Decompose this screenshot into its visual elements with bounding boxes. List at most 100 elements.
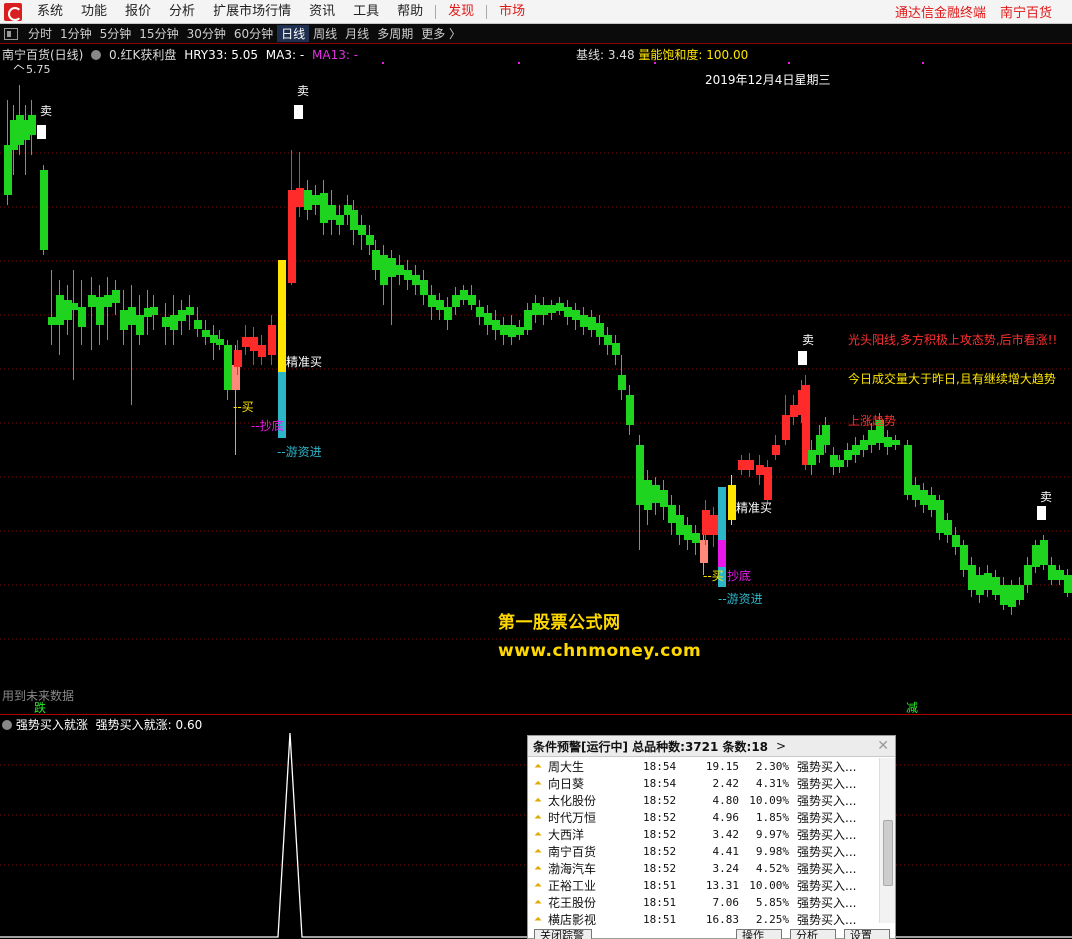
candle-body [676,515,684,535]
analyze-button[interactable]: 分析 [790,929,836,939]
alert-row[interactable]: ⏶ 花王股份 18:51 7.06 5.85% 强势买入... [528,894,878,911]
hry-value: HRY33: 5.05 [184,48,258,62]
indicator-name[interactable]: 0.红K获利盘 [109,48,176,62]
base-value: 基线: 3.48 [576,48,635,62]
up-arrow-icon: ⏶ [534,795,542,806]
period-5min[interactable]: 5分钟 [96,25,136,42]
candle-body [78,307,86,327]
candle-body [1032,545,1040,567]
close-alert-button[interactable]: 关闭踪警 [534,929,592,939]
settings-button[interactable]: 设置 [844,929,890,939]
precise-buy-marker: 精准买 [736,501,773,515]
candle-body [128,307,136,325]
candle-body [420,280,428,295]
candle-body [604,335,612,345]
candle-body [224,345,232,390]
alert-header[interactable]: 条件预警[运行中] 总品种数:3721 条数:18 > ✕ [528,736,895,757]
stock-name: 太化股份 [548,794,597,808]
alert-row[interactable]: ⏶ 正裕工业 18:51 13.31 10.00% 强势买入... [528,877,878,894]
candle-body [636,445,644,505]
alert-type: 强势买入... [797,828,857,842]
alert-row[interactable]: ⏶ 大西洋 18:52 3.42 9.97% 强势买入... [528,826,878,843]
alert-row[interactable]: ⏶ 渤海汽车 18:52 3.24 4.52% 强势买入... [528,860,878,877]
layout-toggle-icon[interactable] [4,27,18,40]
candle-body [548,305,556,313]
candle-body [692,533,700,543]
candle-body [452,295,460,307]
candle-body [952,535,960,547]
up-arrow-icon: ⏶ [534,829,542,840]
candle-body [268,325,276,355]
stock-name: 渤海汽车 [548,862,597,876]
alert-row[interactable]: ⏶ 向日葵 18:54 2.42 4.31% 强势买入... [528,775,878,792]
menu-discover[interactable]: 发现 [439,0,483,24]
candle-body [718,540,726,567]
ma-dot [518,62,520,64]
period-30min[interactable]: 30分钟 [183,25,230,42]
indicator-info-icon[interactable] [2,720,12,730]
stock-name: 大西洋 [548,828,585,842]
candle-body [836,460,844,467]
period-daily[interactable]: 日线 [277,25,310,42]
alert-row[interactable]: ⏶ 南宁百货 18:52 4.41 9.98% 强势买入... [528,843,878,860]
candle-body [358,225,366,235]
candle-body [484,313,492,325]
candle-body [216,339,224,345]
menu-function[interactable]: 功能 [72,0,116,24]
menu-system[interactable]: 系统 [28,0,72,24]
ma3-value: MA3: - [265,48,305,62]
condition-alert-window[interactable]: 条件预警[运行中] 总品种数:3721 条数:18 > ✕ ⏶ 周大生 18:54 1… [527,735,896,939]
candle-body [596,323,604,337]
period-multi[interactable]: 多周期 [373,25,417,42]
candle-body [320,193,328,223]
scrollbar-thumb[interactable] [883,820,893,886]
candle-body [104,295,112,307]
sell-marker: 卖 [40,104,53,118]
candle-body [782,415,790,440]
candle-body [202,330,210,337]
up-arrow-icon: ⏶ [534,846,542,857]
sell-box [798,351,807,365]
menu-news[interactable]: 资讯 [300,0,344,24]
high-price-pointer [13,64,25,70]
saturation-value: 量能饱和度: 100.00 [638,48,749,62]
alert-type: 强势买入... [797,879,857,893]
period-60min[interactable]: 60分钟 [230,25,277,42]
period-intraday[interactable]: 分时 [24,25,56,42]
menu-help[interactable]: 帮助 [388,0,432,24]
alert-row[interactable]: ⏶ 时代万恒 18:52 4.96 1.85% 强势买入... [528,809,878,826]
period-more[interactable]: 更多 〉 [417,25,465,42]
close-icon[interactable]: ✕ [877,738,889,754]
period-1min[interactable]: 1分钟 [56,25,96,42]
period-weekly[interactable]: 周线 [309,25,341,42]
menu-extended-market[interactable]: 扩展市场行情 [204,0,300,24]
high-price-label: 5.75 [26,63,51,76]
menu-quote[interactable]: 报价 [116,0,160,24]
indicator-title-line: 强势买入就涨 强势买入就涨: 0.60 [2,716,202,733]
expand-icon[interactable]: > [776,739,786,753]
menu-analysis[interactable]: 分析 [160,0,204,24]
alert-scrollbar[interactable] [879,758,895,923]
alert-list[interactable]: ⏶ 周大生 18:54 19.15 2.30% 强势买入... ⏶ 向日葵 18:54 2.42 4… [528,758,878,928]
period-monthly[interactable]: 月线 [341,25,373,42]
info-icon[interactable] [91,50,102,60]
candle-body [88,295,96,307]
up-arrow-icon: ⏶ [534,897,542,908]
alert-row[interactable]: ⏶ 横店影视 18:51 16.83 2.25% 强势买入... [528,911,878,928]
alert-row[interactable]: ⏶ 周大生 18:54 19.15 2.30% 强势买入... [528,758,878,775]
candle-body [242,337,250,347]
candle-body [404,270,412,280]
candle-body [612,343,620,355]
app-logo-icon[interactable] [4,2,22,21]
operate-button[interactable]: 操作 [736,929,782,939]
candlestick-chart[interactable]: 南宁百货(日线) 0.红K获利盘 HRY33: 5.05 MA3: - MA13… [0,45,1072,715]
period-15min[interactable]: 15分钟 [135,25,182,42]
menu-tools[interactable]: 工具 [344,0,388,24]
candle-body [944,520,952,535]
alert-row[interactable]: ⏶ 太化股份 18:52 4.80 10.09% 强势买入... [528,792,878,809]
menu-market[interactable]: 市场 [490,0,534,24]
candle-body [746,460,754,470]
candle-body [936,500,944,533]
note-bullish-candle: 光头阳线,多方积极上攻态势,后市看涨!! [848,333,1058,347]
indicator-title[interactable]: 强势买入就涨 [16,718,88,732]
